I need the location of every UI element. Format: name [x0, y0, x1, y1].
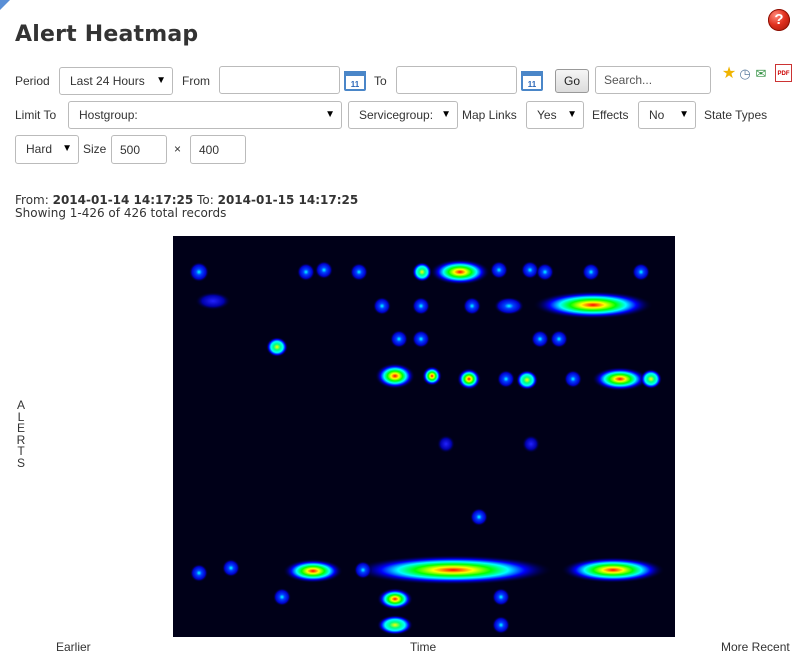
size-label: Size	[83, 142, 107, 156]
heatmap-spots	[189, 259, 665, 635]
chevron-down-icon: ▼	[441, 109, 451, 120]
servicegroup-select-value: Servicegroup:	[359, 108, 434, 122]
star-icon[interactable]: ★	[721, 66, 737, 82]
period-label: Period	[15, 74, 50, 88]
chevron-down-icon: ▼	[62, 143, 72, 154]
effects-select-value: No	[649, 108, 665, 122]
period-select[interactable]: Last 24 Hours ▼	[59, 67, 173, 95]
to-calendar-icon[interactable]: 11	[521, 71, 543, 91]
size-separator: ×	[174, 142, 182, 156]
chevron-down-icon: ▼	[567, 109, 577, 120]
chevron-down-icon: ▼	[156, 75, 166, 86]
map-links-select[interactable]: Yes ▼	[526, 101, 584, 129]
from-datetime: 2014-01-14 14:17:25	[52, 193, 194, 207]
period-select-value: Last 24 Hours	[70, 74, 145, 88]
x-axis-recent-label: More Recent	[721, 640, 790, 654]
clock-icon[interactable]: ◷	[737, 66, 753, 82]
map-links-label: Map Links	[462, 108, 517, 122]
effects-select[interactable]: No ▼	[638, 101, 696, 129]
search-input[interactable]	[595, 66, 711, 94]
state-types-select-value: Hard	[26, 142, 53, 156]
chevron-down-icon: ▼	[325, 109, 335, 120]
x-axis-earlier-label: Earlier	[56, 640, 91, 654]
state-types-select[interactable]: Hard ▼	[15, 135, 79, 164]
to-label: To	[374, 74, 387, 88]
from-date-input[interactable]	[219, 66, 340, 94]
y-axis-label: ALERTS	[16, 398, 26, 470]
alert-heatmap[interactable]	[173, 236, 675, 637]
question-help-icon[interactable]: ?	[768, 9, 790, 31]
to-datetime: 2014-01-15 14:17:25	[217, 193, 359, 207]
limit-to-label: Limit To	[15, 108, 57, 122]
from-calendar-icon[interactable]: 11	[344, 71, 366, 91]
records-count: Showing 1-426 of 426 total records	[15, 206, 227, 220]
report-info: From: 2014-01-14 14:17:25 To: 2014-01-15…	[15, 194, 358, 220]
to-prefix: To:	[197, 193, 214, 207]
go-button[interactable]: Go	[555, 69, 590, 93]
height-input[interactable]	[190, 135, 246, 164]
x-axis-label: Time	[410, 640, 437, 654]
chevron-down-icon: ▼	[679, 109, 689, 120]
email-icon[interactable]: ✉	[753, 66, 769, 82]
hostgroup-select[interactable]: Hostgroup: ▼	[68, 101, 342, 129]
from-label: From	[182, 74, 210, 88]
corner-marker	[0, 0, 10, 10]
effects-label: Effects	[592, 108, 629, 122]
width-input[interactable]	[111, 135, 167, 164]
to-date-input[interactable]	[396, 66, 517, 94]
heatmap-svg	[189, 259, 665, 635]
from-prefix: From:	[15, 193, 49, 207]
page-title: Alert Heatmap	[15, 22, 199, 47]
pdf-icon[interactable]: PDF	[775, 64, 792, 82]
hostgroup-select-value: Hostgroup:	[79, 108, 138, 122]
state-types-label: State Types	[704, 108, 768, 122]
servicegroup-select[interactable]: Servicegroup: ▼	[348, 101, 458, 129]
map-links-select-value: Yes	[537, 108, 557, 122]
